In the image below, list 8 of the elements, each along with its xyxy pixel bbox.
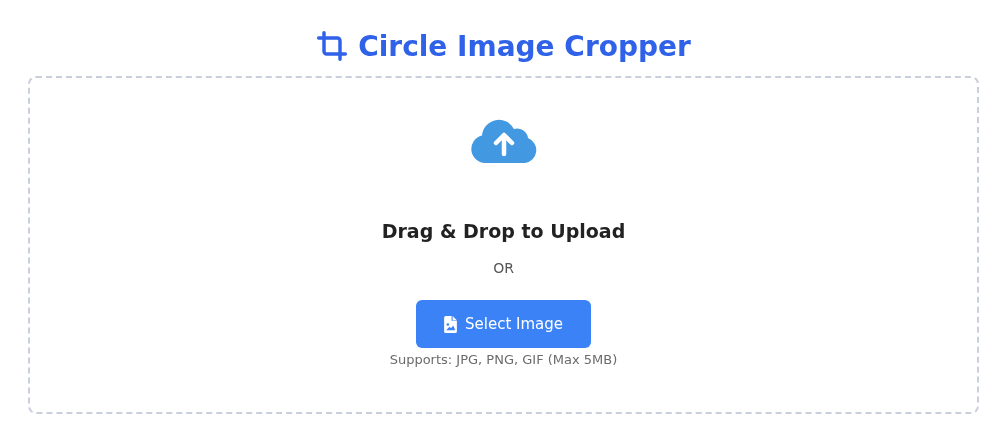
image-file-icon — [444, 315, 457, 333]
app-title: Circle Image Cropper — [358, 29, 691, 63]
supported-formats-text: Supports: JPG, PNG, GIF (Max 5MB) — [389, 352, 618, 367]
crop-icon — [316, 30, 349, 62]
drop-zone[interactable]: Drag & Drop to Upload OR Select Image Supports: JPG, PNG, GIF (Max 5MB) — [28, 76, 979, 414]
select-image-button[interactable]: Select Image — [416, 300, 591, 348]
upload-heading: Drag & Drop to Upload — [381, 220, 626, 242]
separator-text: OR — [493, 260, 514, 276]
